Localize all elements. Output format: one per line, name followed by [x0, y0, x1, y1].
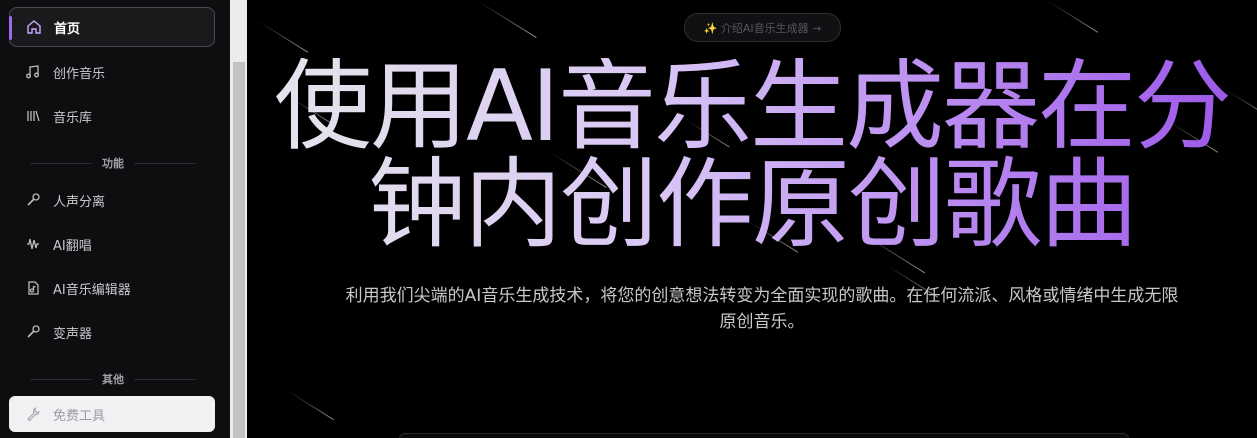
sidebar-item-label: 免费工具 [53, 408, 106, 424]
intro-badge[interactable]: ✨ 介绍AI音乐生成器 → [684, 13, 841, 42]
hero-subtitle-line1: 利用我们尖端的AI音乐生成技术，将您的创意想法转变为全面实现的歌曲。在任何流派、… [345, 286, 1179, 306]
hero-title-line2: 钟内创作原创歌曲 [367, 148, 1136, 262]
section-label-features: 功能 [30, 155, 196, 171]
hero-subtitle: 利用我们尖端的AI音乐生成技术，将您的创意想法转变为全面实现的歌曲。在任何流派、… [277, 283, 1247, 335]
sidebar-item-ai-music-editor[interactable]: AI音乐编辑器 [9, 268, 215, 308]
sidebar-item-free-tools[interactable]: 免费工具 [9, 396, 215, 432]
sidebar-item-home[interactable]: 首页 [9, 7, 215, 47]
sidebar-item-ai-cover[interactable]: AI翻唱 [9, 224, 215, 264]
music-note-icon [25, 64, 41, 80]
hero-section: ✨ 介绍AI音乐生成器 → 使用AI音乐生成器在分 钟内创作原创歌曲 利用我们尖… [247, 0, 1257, 438]
sidebar-scrollbar-thumb[interactable] [233, 62, 245, 438]
sidebar-item-label: 首页 [54, 21, 81, 37]
voice-changer-icon [25, 324, 41, 340]
sidebar: 首页 创作音乐 音乐库 功能 人声分离 AI翻唱 AI音乐编辑器 变声器 其他 … [0, 0, 230, 438]
sidebar-item-voice-changer[interactable]: 变声器 [9, 312, 215, 352]
hero-title-line1: 使用AI音乐生成器在分 [274, 50, 1230, 164]
sidebar-item-label: AI翻唱 [53, 238, 92, 254]
home-icon [26, 19, 42, 35]
sidebar-item-label: 创作音乐 [53, 66, 106, 82]
waveform-icon [25, 236, 41, 252]
hero-title: 使用AI音乐生成器在分 钟内创作原创歌曲 [247, 58, 1257, 254]
audio-file-icon [25, 280, 41, 296]
section-label-other: 其他 [30, 371, 196, 387]
sidebar-item-label: 音乐库 [53, 110, 93, 126]
sidebar-item-library[interactable]: 音乐库 [9, 96, 215, 136]
library-icon [25, 108, 41, 124]
sidebar-item-label: 人声分离 [53, 194, 106, 210]
wrench-icon [25, 406, 41, 422]
prompt-input-box[interactable] [399, 433, 1129, 438]
sidebar-item-create-music[interactable]: 创作音乐 [9, 52, 215, 92]
hero-subtitle-line2: 原创音乐。 [719, 312, 805, 332]
split-icon [25, 192, 41, 208]
sidebar-item-vocal-split[interactable]: 人声分离 [9, 180, 215, 220]
sidebar-item-label: AI音乐编辑器 [53, 282, 131, 298]
sidebar-item-label: 变声器 [53, 326, 93, 342]
